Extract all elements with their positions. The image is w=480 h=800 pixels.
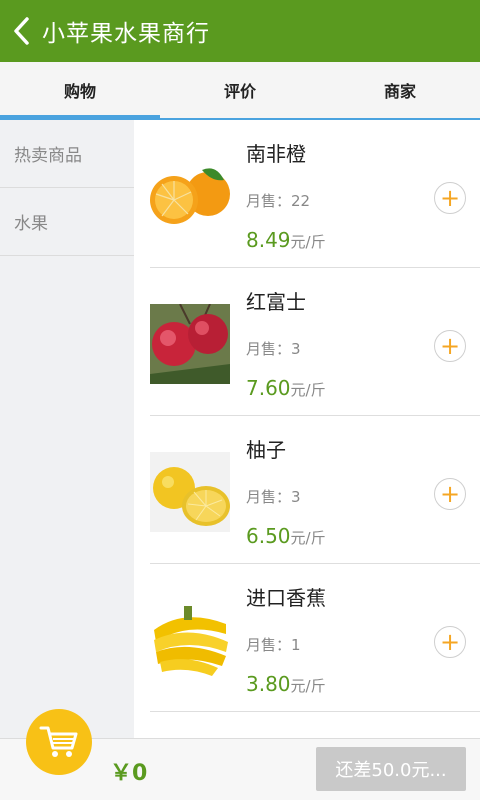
app-header: 小苹果水果商行 [0, 0, 480, 62]
add-to-cart-button[interactable]: + [434, 478, 466, 510]
product-list: 南非橙 月售：22 8.49元/斤 + 红富士 月售：3 7.60元/斤 + 柚… [134, 120, 480, 738]
sidebar-item-hot[interactable]: 热卖商品 [0, 120, 134, 188]
product-sales: 月售：3 [246, 340, 301, 358]
add-to-cart-button[interactable]: + [434, 626, 466, 658]
price-value: 3.80 [246, 672, 291, 696]
cart-button[interactable] [26, 709, 92, 775]
category-sidebar: 热卖商品 水果 [0, 120, 134, 738]
product-price: 8.49元/斤 [246, 228, 326, 252]
price-value: 7.60 [246, 376, 291, 400]
product-name: 南非橙 [246, 142, 306, 166]
price-unit: 元/斤 [290, 381, 326, 399]
product-name: 进口香蕉 [246, 586, 326, 610]
product-name: 柚子 [246, 438, 286, 462]
cart-total: ￥0 [110, 761, 148, 786]
sidebar-item-fruit[interactable]: 水果 [0, 188, 134, 256]
product-item[interactable]: 南非橙 月售：22 8.49元/斤 + [150, 120, 480, 268]
add-to-cart-button[interactable]: + [434, 182, 466, 214]
price-unit: 元/斤 [290, 233, 326, 251]
banana-image [150, 600, 230, 680]
checkout-button[interactable]: 还差50.0元... [316, 747, 466, 791]
product-item[interactable]: 柚子 月售：3 6.50元/斤 + [150, 416, 480, 564]
product-item[interactable]: 进口香蕉 月售：1 3.80元/斤 + [150, 564, 480, 712]
product-sales: 月售：3 [246, 488, 301, 506]
tab-shopping[interactable]: 购物 [0, 62, 160, 120]
add-to-cart-button[interactable]: + [434, 330, 466, 362]
orange-image [150, 156, 230, 236]
price-unit: 元/斤 [290, 529, 326, 547]
grapefruit-image [150, 452, 230, 532]
tab-bar: 购物 评价 商家 [0, 62, 480, 120]
chevron-left-icon[interactable] [2, 0, 42, 62]
page-title: 小苹果水果商行 [42, 21, 210, 47]
product-price: 6.50元/斤 [246, 524, 326, 548]
price-value: 8.49 [246, 228, 291, 252]
product-name: 红富士 [246, 290, 306, 314]
product-sales: 月售：22 [246, 192, 311, 210]
price-value: 6.50 [246, 524, 291, 548]
cart-bar: ￥0 还差50.0元... [0, 709, 480, 800]
product-price: 7.60元/斤 [246, 376, 326, 400]
product-price: 3.80元/斤 [246, 672, 326, 696]
tab-reviews[interactable]: 评价 [160, 62, 320, 118]
apple-image [150, 304, 230, 384]
product-item[interactable]: 红富士 月售：3 7.60元/斤 + [150, 268, 480, 416]
shopping-cart-icon [39, 726, 78, 757]
price-unit: 元/斤 [290, 677, 326, 695]
product-sales: 月售：1 [246, 636, 301, 654]
tab-merchant[interactable]: 商家 [320, 62, 480, 118]
